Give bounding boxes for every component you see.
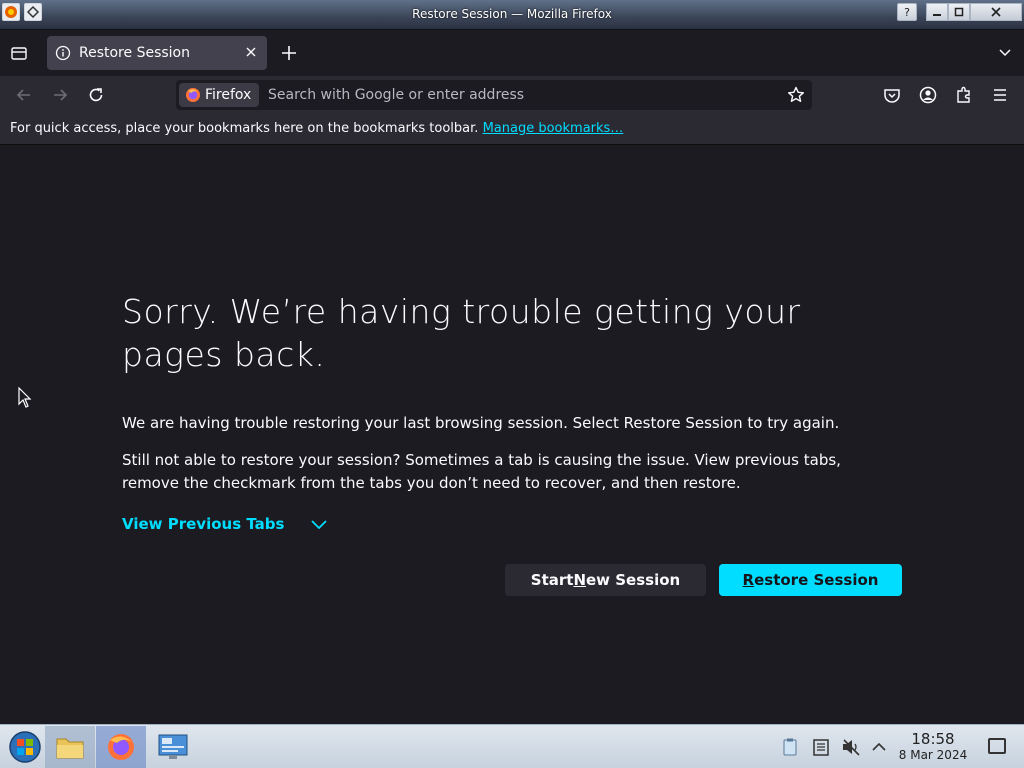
start-new-session-button[interactable]: Start New Session (505, 564, 706, 596)
bookmarks-toolbar: For quick access, place your bookmarks h… (0, 114, 1024, 145)
clock[interactable]: 18:58 8 Mar 2024 (896, 731, 970, 763)
maximize-button[interactable] (948, 3, 970, 21)
notes-icon[interactable] (811, 737, 831, 757)
restore-session-button[interactable]: Restore Session (719, 564, 902, 596)
start-orb-icon (9, 731, 41, 763)
tab-restore-session[interactable]: Restore Session (47, 36, 267, 70)
identity-box[interactable]: Firefox (179, 83, 259, 107)
chevron-down-icon[interactable] (998, 46, 1012, 60)
account-icon[interactable] (918, 85, 938, 105)
bookmark-star-icon[interactable] (786, 85, 806, 105)
monitor-icon (158, 734, 188, 759)
firefox-view-icon[interactable] (10, 44, 28, 62)
extensions-icon[interactable] (954, 85, 974, 105)
tray-expand-icon[interactable] (869, 737, 889, 757)
error-hint: Still not able to restore your session? … (122, 451, 841, 492)
taskbar-file-manager[interactable] (45, 726, 95, 768)
taskbar: 18:58 8 Mar 2024 (0, 724, 1024, 768)
chevron-down-icon (311, 520, 328, 530)
firefox-logo-icon (186, 88, 200, 102)
navigation-toolbar: Firefox (0, 76, 1024, 114)
manage-bookmarks-link[interactable]: Manage bookmarks… (483, 121, 624, 136)
tab-label: Restore Session (79, 45, 190, 61)
help-button[interactable]: ? (897, 3, 917, 21)
identity-label: Firefox (205, 87, 252, 103)
address-input[interactable] (268, 83, 768, 107)
url-bar[interactable]: Firefox (176, 80, 812, 110)
bookmarks-hint: For quick access, place your bookmarks h… (10, 121, 479, 136)
taskbar-system-monitor[interactable] (148, 726, 198, 768)
view-previous-tabs-label: View Previous Tabs (122, 515, 285, 533)
forward-icon[interactable] (50, 85, 70, 105)
tab-strip: Restore Session (0, 30, 1024, 76)
clock-date: 8 Mar 2024 (898, 748, 968, 762)
minimize-button[interactable] (926, 3, 948, 21)
info-icon (55, 45, 71, 61)
window-titlebar[interactable]: Restore Session — Mozilla Firefox ? (0, 0, 1024, 30)
window-title: Restore Session — Mozilla Firefox (412, 7, 612, 21)
folder-icon (56, 738, 84, 759)
page-title: Sorry. We’re having trouble getting your… (122, 292, 801, 374)
view-previous-tabs-toggle[interactable]: View Previous Tabs (122, 515, 328, 533)
taskbar-firefox[interactable] (96, 726, 146, 768)
error-description: We are having trouble restoring your las… (122, 414, 840, 432)
back-icon[interactable] (14, 85, 34, 105)
reload-icon[interactable] (86, 85, 106, 105)
firefox-logo-icon (108, 734, 134, 760)
close-tab-icon[interactable] (243, 44, 259, 60)
pocket-icon[interactable] (882, 85, 902, 105)
hamburger-menu-icon[interactable] (990, 85, 1010, 105)
new-tab-icon[interactable] (280, 44, 298, 62)
page-content: Sorry. We’re having trouble getting your… (0, 146, 1024, 724)
volume-muted-icon[interactable] (841, 737, 861, 757)
close-button[interactable] (970, 3, 1022, 21)
show-desktop-button[interactable] (988, 738, 1006, 754)
clock-time: 18:58 (911, 730, 955, 748)
mouse-cursor-icon (18, 387, 32, 408)
start-menu-button[interactable] (0, 726, 50, 768)
clipboard-icon[interactable] (780, 737, 800, 757)
